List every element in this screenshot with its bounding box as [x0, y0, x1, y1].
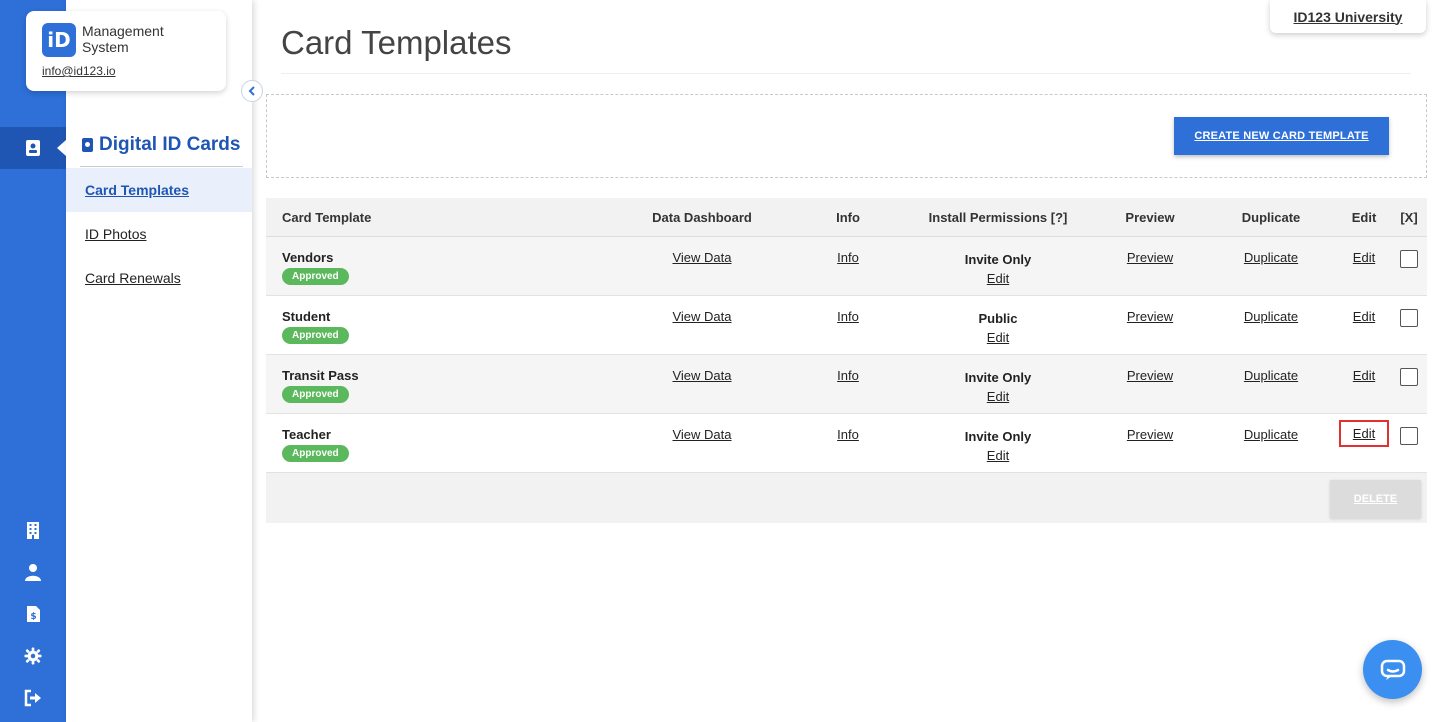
preview-link[interactable]: Preview	[1127, 368, 1173, 383]
id-card-icon	[26, 140, 40, 156]
edit-link[interactable]: Edit	[1353, 250, 1375, 265]
edit-link[interactable]: Edit	[1353, 309, 1375, 324]
view-data-link[interactable]: View Data	[672, 368, 731, 383]
header-install-permissions[interactable]: Install Permissions [?]	[918, 198, 1078, 236]
id-badge-icon	[82, 138, 93, 152]
permission-value: Invite Only	[964, 370, 1032, 385]
duplicate-link[interactable]: Duplicate	[1244, 309, 1298, 324]
duplicate-link[interactable]: Duplicate	[1244, 250, 1298, 265]
rail-billing[interactable]: $	[0, 594, 66, 634]
table-row: Student Approved View Data Info Public Ed…	[266, 296, 1427, 355]
chat-launcher-button[interactable]	[1363, 640, 1422, 699]
template-name: Vendors	[282, 250, 334, 265]
info-link[interactable]: Info	[837, 368, 859, 383]
preview-link[interactable]: Preview	[1127, 309, 1173, 324]
icon-rail: $	[0, 0, 66, 722]
permission-edit-link[interactable]: Edit	[987, 387, 1009, 406]
header-card-template: Card Template	[282, 209, 372, 225]
preview-link[interactable]: Preview	[1127, 427, 1173, 442]
header-duplicate: Duplicate	[1241, 209, 1301, 225]
permission-value: Invite Only	[964, 429, 1032, 444]
edit-link[interactable]: Edit	[1353, 368, 1375, 383]
table-row: Teacher Approved View Data Info Invite O…	[266, 414, 1427, 473]
table-header: Card Template Data Dashboard Info Instal…	[266, 198, 1427, 237]
info-link[interactable]: Info	[837, 309, 859, 324]
user-icon	[25, 564, 41, 581]
duplicate-link[interactable]: Duplicate	[1244, 427, 1298, 442]
chat-bubble-icon	[1380, 659, 1405, 680]
rail-logout[interactable]	[0, 678, 66, 718]
header-info: Info	[836, 209, 860, 225]
organization-link[interactable]: ID123 University	[1270, 0, 1426, 33]
template-name: Transit Pass	[282, 368, 359, 383]
title-divider	[281, 73, 1411, 74]
brand-email-link[interactable]: info@id123.io	[42, 64, 116, 78]
edit-link-highlighted[interactable]: Edit	[1338, 420, 1390, 447]
header-select: [X]	[1400, 209, 1418, 225]
permission-edit-link[interactable]: Edit	[987, 328, 1009, 347]
sidebar-item-card-renewals[interactable]: Card Renewals	[66, 256, 252, 300]
status-badge: Approved	[282, 386, 349, 403]
permission-edit-link[interactable]: Edit	[987, 446, 1009, 465]
permission-value: Public	[978, 311, 1018, 326]
status-badge: Approved	[282, 445, 349, 462]
header-data-dashboard: Data Dashboard	[652, 209, 752, 225]
brand-name: Management System	[82, 23, 164, 55]
header-edit: Edit	[1351, 209, 1377, 225]
row-checkbox[interactable]	[1400, 427, 1418, 445]
invoice-icon: $	[27, 606, 40, 622]
logout-icon	[24, 689, 41, 707]
table-footer: DELETE	[266, 473, 1427, 523]
header-preview: Preview	[1125, 209, 1175, 225]
permission-edit-link[interactable]: Edit	[987, 269, 1009, 288]
view-data-link[interactable]: View Data	[672, 309, 731, 324]
preview-link[interactable]: Preview	[1127, 250, 1173, 265]
status-badge: Approved	[282, 327, 349, 344]
gear-icon	[24, 647, 42, 665]
view-data-link[interactable]: View Data	[672, 427, 731, 442]
sidebar-item-id-photos[interactable]: ID Photos	[66, 212, 252, 256]
status-badge: Approved	[282, 268, 349, 285]
card-templates-table: Card Template Data Dashboard Info Instal…	[266, 198, 1427, 523]
row-checkbox[interactable]	[1400, 250, 1418, 268]
view-data-link[interactable]: View Data	[672, 250, 731, 265]
table-row: Vendors Approved View Data Info Invite O…	[266, 237, 1427, 296]
delete-button[interactable]: DELETE	[1330, 480, 1421, 518]
rail-settings[interactable]	[0, 636, 66, 676]
row-checkbox[interactable]	[1400, 309, 1418, 327]
template-name: Teacher	[282, 427, 331, 442]
page-title: Card Templates	[281, 24, 512, 61]
section-sidebar: Digital ID Cards Card Templates ID Photo…	[66, 0, 252, 722]
info-link[interactable]: Info	[837, 250, 859, 265]
duplicate-link[interactable]: Duplicate	[1244, 368, 1298, 383]
brand-card: iD Management System info@id123.io	[26, 11, 226, 91]
permission-value: Invite Only	[964, 252, 1032, 267]
create-card-template-button[interactable]: CREATE NEW CARD TEMPLATE	[1174, 117, 1389, 155]
chevron-left-icon	[248, 86, 255, 96]
building-icon	[27, 522, 39, 539]
svg-text:$: $	[30, 612, 36, 622]
table-row: Transit Pass Approved View Data Info Inv…	[266, 355, 1427, 414]
brand-logo: iD	[42, 23, 76, 57]
rail-id-cards[interactable]	[0, 127, 66, 169]
rail-organization[interactable]	[0, 510, 66, 550]
section-title-label: Digital ID Cards	[99, 134, 241, 155]
sidebar-item-card-templates[interactable]: Card Templates	[66, 168, 252, 212]
template-name: Student	[282, 309, 331, 324]
section-divider	[80, 166, 243, 167]
info-link[interactable]: Info	[837, 427, 859, 442]
rail-users[interactable]	[0, 552, 66, 592]
collapse-sidebar-button[interactable]	[241, 80, 263, 102]
section-title: Digital ID Cards	[82, 134, 240, 156]
row-checkbox[interactable]	[1400, 368, 1418, 386]
